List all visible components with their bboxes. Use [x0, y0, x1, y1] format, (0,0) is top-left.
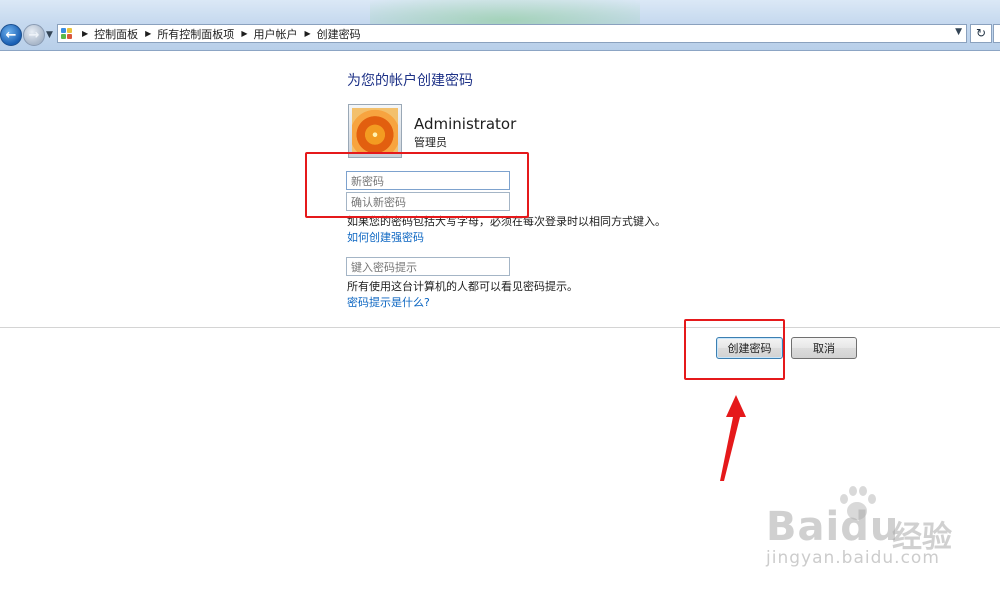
highlight-box-password-fields	[305, 152, 529, 218]
highlight-box-create-button	[684, 319, 785, 380]
breadcrumb-create-password[interactable]: 创建密码	[317, 26, 361, 42]
breadcrumb-separator-icon[interactable]: ▶	[145, 29, 151, 38]
user-role: 管理员	[414, 136, 447, 149]
breadcrumb-all-items[interactable]: 所有控制面板项	[157, 26, 234, 42]
page-title: 为您的帐户创建密码	[347, 73, 473, 89]
breadcrumb-user-accounts[interactable]: 用户帐户	[253, 26, 297, 42]
red-arrow-icon	[720, 395, 746, 481]
watermark-url: jingyan.baidu.com	[766, 548, 940, 568]
user-name: Administrator	[414, 115, 517, 133]
address-bar[interactable]: ▶ 控制面板 ▶ 所有控制面板项 ▶ 用户帐户 ▶ 创建密码 ▼	[57, 24, 967, 43]
search-box[interactable]	[993, 24, 1000, 43]
back-button[interactable]: ←	[0, 24, 22, 46]
cancel-button[interactable]: 取消	[791, 337, 857, 359]
strong-password-link[interactable]: 如何创建强密码	[347, 229, 424, 245]
divider	[0, 327, 1000, 328]
breadcrumb-separator-icon[interactable]: ▶	[304, 29, 310, 38]
baidu-watermark: Baidu 经验 jingyan.baidu.com	[762, 484, 998, 584]
breadcrumb-control-panel[interactable]: 控制面板	[94, 26, 138, 42]
breadcrumb-separator-icon[interactable]: ▶	[241, 29, 247, 38]
refresh-button[interactable]: ↻	[970, 24, 992, 43]
password-hint-field[interactable]	[346, 257, 510, 276]
recent-pages-dropdown-icon[interactable]: ▼	[46, 30, 53, 40]
address-dropdown-icon[interactable]: ▼	[955, 27, 962, 37]
watermark-logo: Baidu	[766, 504, 900, 550]
navigation-bar: ← → ▼ ▶ 控制面板 ▶ 所有控制面板项 ▶ 用户帐户 ▶ 创建密码 ▼ ↻	[0, 0, 1000, 51]
flower-picture	[352, 108, 398, 154]
breadcrumb-separator-icon[interactable]: ▶	[82, 29, 88, 38]
control-panel-icon	[61, 27, 75, 40]
avatar	[348, 104, 402, 158]
hint-visibility-note: 所有使用这台计算机的人都可以看见密码提示。	[347, 280, 578, 293]
password-hint-link[interactable]: 密码提示是什么?	[347, 294, 430, 310]
forward-button[interactable]: →	[23, 24, 45, 46]
